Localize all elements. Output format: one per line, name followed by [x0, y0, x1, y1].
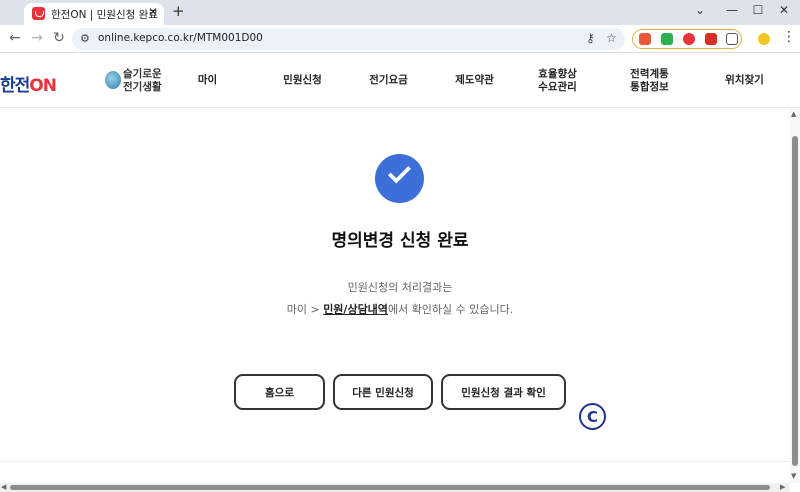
extension-2-icon[interactable] — [661, 33, 673, 45]
horizontal-scrollbar[interactable]: ◀ ▶ — [0, 483, 790, 492]
logo-main-text: 한전 — [0, 76, 30, 96]
gnb-terms[interactable]: 제도약관 — [442, 53, 507, 108]
maximize-button[interactable]: ☐ — [748, 3, 768, 17]
gnb-grid-info[interactable]: 전력계통 통합정보 — [617, 53, 682, 108]
site-header: 한전ON 슬기로운 전기생활 마이 민원신청 전기요금 제도약관 효율향상 수요… — [0, 53, 800, 108]
horizontal-scroll-thumb[interactable] — [10, 485, 770, 490]
floating-c-icon[interactable]: C — [579, 403, 606, 430]
kepco-logo[interactable]: 한전ON — [0, 71, 57, 96]
back-button[interactable]: ← — [6, 30, 24, 46]
tab-favicon-icon — [32, 7, 45, 20]
site-info-icon[interactable]: ⚙ — [80, 32, 90, 45]
wise-line-2: 전기생활 — [123, 81, 162, 93]
vertical-scrollbar[interactable]: ▲ ▼ — [790, 108, 800, 483]
browser-titlebar: 한전ON | 민원신청 완료 ✕ + ⌄ — ☐ ✕ — [0, 0, 800, 25]
mascot-icon — [105, 71, 121, 89]
logo-on-text: ON — [29, 76, 57, 96]
gnb-my[interactable]: 마이 — [185, 53, 230, 108]
wise-electric-life-link[interactable]: 슬기로운 전기생활 — [123, 68, 162, 94]
desc-prefix: 마이 > — [286, 303, 324, 316]
footer-divider — [0, 461, 790, 462]
bookmark-star-icon[interactable]: ☆ — [606, 31, 617, 45]
extension-3-icon[interactable] — [683, 33, 695, 45]
tab-close-icon[interactable]: ✕ — [148, 5, 158, 19]
gnb-efficiency[interactable]: 효율향상 수요관리 — [525, 53, 590, 108]
scroll-up-icon[interactable]: ▲ — [791, 110, 796, 118]
url-text[interactable]: online.kepco.co.kr/MTM001D00 — [98, 32, 263, 44]
extension-4-icon[interactable] — [705, 33, 717, 45]
new-tab-button[interactable]: + — [172, 2, 185, 20]
window-close-button[interactable]: ✕ — [774, 3, 794, 17]
gnb-label: 위치찾기 — [725, 74, 764, 86]
home-button[interactable]: 홈으로 — [234, 374, 325, 410]
tab-search-icon[interactable]: ⌄ — [690, 3, 710, 17]
success-check-icon — [375, 154, 424, 203]
check-mark — [387, 160, 412, 184]
scroll-down-icon[interactable]: ▼ — [791, 472, 796, 480]
result-description-1: 민원신청의 처리결과는 — [347, 281, 453, 294]
gnb-label: 마이 — [197, 74, 218, 86]
gnb-label: 전력계통 — [630, 67, 669, 80]
tab-title: 한전ON | 민원신청 완료 — [51, 9, 158, 21]
gnb-label: 전기요금 — [369, 74, 408, 86]
desc-suffix: 에서 확인하실 수 있습니다. — [387, 303, 514, 316]
gnb-location[interactable]: 위치찾기 — [712, 53, 777, 108]
wise-line-1: 슬기로운 — [123, 68, 162, 80]
minimize-button[interactable]: — — [722, 3, 742, 17]
scroll-right-icon[interactable]: ▶ — [780, 483, 785, 491]
other-request-button[interactable]: 다른 민원신청 — [333, 374, 433, 410]
gnb-electric-bill[interactable]: 전기요금 — [356, 53, 421, 108]
consult-history-link[interactable]: 민원/상담내역 — [323, 303, 388, 316]
result-description-2: 마이 > 민원/상담내역에서 확인하실 수 있습니다. — [0, 301, 800, 317]
address-bar[interactable]: ⚙ online.kepco.co.kr/MTM001D00 ⚷ ☆ — [72, 28, 625, 50]
gnb-label: 민원신청 — [283, 74, 322, 86]
gnb-label: 효율향상 — [538, 67, 577, 80]
profile-icon[interactable] — [758, 33, 770, 45]
check-result-button[interactable]: 민원신청 결과 확인 — [441, 374, 566, 410]
extensions-bar — [632, 29, 742, 49]
extension-1-icon[interactable] — [639, 33, 651, 45]
extensions-icon[interactable] — [726, 33, 738, 45]
scroll-left-icon[interactable]: ◀ — [1, 483, 6, 491]
gnb-civil-request[interactable]: 민원신청 — [270, 53, 335, 108]
gnb-label-2: 수요관리 — [538, 80, 577, 93]
gnb-label: 제도약관 — [455, 74, 494, 86]
browser-toolbar: ← → ↻ ⚙ online.kepco.co.kr/MTM001D00 ⚷ ☆… — [0, 25, 800, 53]
vertical-scroll-thumb[interactable] — [792, 136, 798, 466]
gnb-label-2: 통합정보 — [630, 80, 669, 93]
page-title: 명의변경 신청 완료 — [331, 231, 469, 251]
menu-icon[interactable]: ⋮ — [782, 29, 796, 45]
reload-button[interactable]: ↻ — [50, 30, 68, 46]
browser-tab[interactable]: 한전ON | 민원신청 완료 ✕ — [24, 3, 164, 25]
forward-button[interactable]: → — [28, 30, 46, 46]
password-key-icon[interactable]: ⚷ — [586, 31, 595, 45]
